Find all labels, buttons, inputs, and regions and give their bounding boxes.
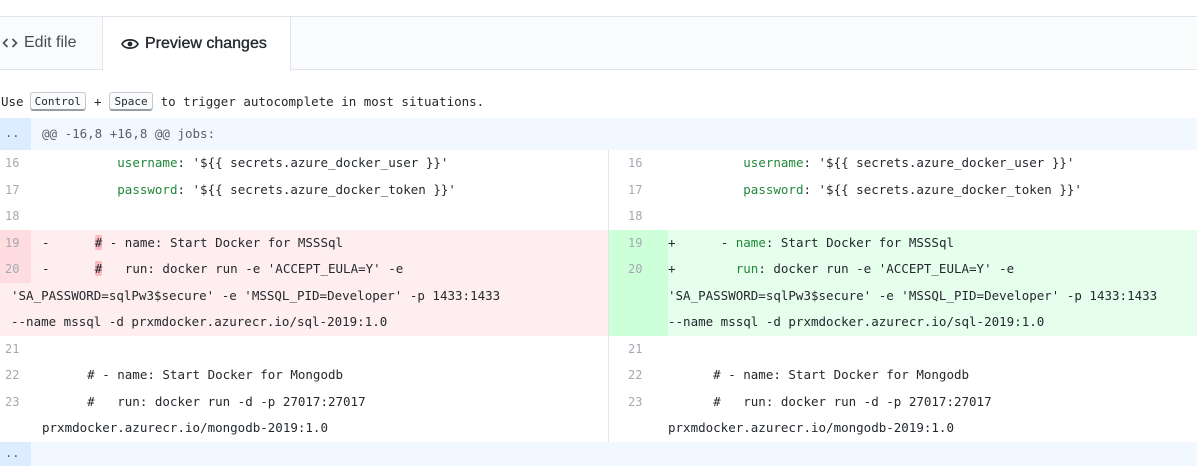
hint-use: Use bbox=[1, 93, 24, 109]
expand-bottom-button[interactable]: .. bbox=[0, 441, 31, 466]
line-number: 22 bbox=[5, 368, 20, 382]
added-code-wrap: 'SA_PASSWORD=sqlPw3$secure' -e 'MSSQL_PI… bbox=[609, 282, 1197, 309]
code-line: username: '${{ secrets.azure_docker_user… bbox=[743, 155, 1075, 170]
added-code-line: + run: docker run -e 'ACCEPT_EULA=Y' -e bbox=[668, 256, 1197, 283]
line-number: 16 bbox=[628, 156, 643, 170]
hint-plus: + bbox=[93, 93, 102, 109]
diff-row: 16 username: '${{ secrets.azure_docker_u… bbox=[0, 150, 1197, 177]
line-number: 23 bbox=[628, 394, 643, 409]
tab-preview-changes[interactable]: Preview changes bbox=[102, 16, 291, 71]
code-line-wrap: prxmdocker.azurecr.io/mongodb-2019:1.0 bbox=[668, 420, 954, 435]
deleted-code-line: - # run: docker run -e 'ACCEPT_EULA=Y' -… bbox=[31, 256, 608, 283]
line-number: 21 bbox=[5, 341, 20, 356]
expand-hunk-button[interactable]: .. bbox=[0, 118, 31, 150]
diff-row: 18 18 bbox=[0, 203, 1197, 230]
deleted-line-number: 19 bbox=[0, 229, 31, 256]
code-line: password: '${{ secrets.azure_docker_toke… bbox=[743, 181, 1082, 197]
added-code-wrap: --name mssql -d prxmdocker.azurecr.io/sq… bbox=[609, 309, 1197, 336]
diff-row: 23 # run: docker run -d -p 27017:27017 p… bbox=[0, 388, 1197, 442]
code-line: password: '${{ secrets.azure_docker_toke… bbox=[117, 181, 456, 197]
line-number: 23 bbox=[5, 394, 20, 409]
diff-row: 21 21 bbox=[0, 335, 1197, 363]
line-number: 18 bbox=[5, 209, 20, 223]
line-number: 18 bbox=[628, 209, 643, 223]
tab-edit-file[interactable]: Edit file bbox=[0, 16, 103, 70]
diff-changed-block: 19- # - name: Start Docker for MSSSql 20… bbox=[0, 229, 1197, 336]
line-number: 17 bbox=[628, 182, 643, 197]
deleted-code-wrap: --name mssql -d prxmdocker.azurecr.io/sq… bbox=[0, 309, 608, 336]
deleted-line-number: 20 bbox=[0, 256, 31, 283]
space-key: Space bbox=[109, 91, 153, 111]
line-number: 22 bbox=[628, 368, 643, 382]
eye-icon bbox=[121, 37, 139, 51]
line-number: 21 bbox=[628, 341, 643, 356]
editor-tabbar: Edit file Preview changes bbox=[0, 16, 1197, 71]
code-line: # run: docker run -d -p 27017:27017 bbox=[668, 393, 992, 409]
code-line: # run: docker run -d -p 27017:27017 bbox=[42, 393, 366, 409]
added-line-number: 20 bbox=[609, 256, 668, 283]
diff-row: 22 # - name: Start Docker for Mongodb 22… bbox=[0, 362, 1197, 389]
hunk-header-text: @@ -16,8 +16,8 @@ jobs: bbox=[42, 126, 216, 141]
code-line: # - name: Start Docker for Mongodb bbox=[42, 367, 344, 382]
code-line-wrap: prxmdocker.azurecr.io/mongodb-2019:1.0 bbox=[42, 420, 328, 435]
tab-edit-file-label: Edit file bbox=[24, 34, 77, 51]
hint-rest: to trigger autocomplete in most situatio… bbox=[160, 93, 485, 109]
code-icon bbox=[2, 35, 18, 51]
autocomplete-hint: Use Control + Space to trigger autocompl… bbox=[0, 86, 484, 116]
bottom-hunk: .. bbox=[0, 441, 1197, 466]
hunk-header: .. @@ -16,8 +16,8 @@ jobs: bbox=[0, 118, 1197, 150]
control-key: Control bbox=[29, 91, 86, 111]
code-line: # - name: Start Docker for Mongodb bbox=[668, 367, 970, 382]
tab-preview-changes-label: Preview changes bbox=[145, 35, 267, 52]
line-number: 17 bbox=[5, 182, 20, 197]
diff-row: 17 password: '${{ secrets.azure_docker_t… bbox=[0, 176, 1197, 203]
deleted-code-line: - # - name: Start Docker for MSSSql bbox=[31, 229, 608, 256]
code-line: username: '${{ secrets.azure_docker_user… bbox=[117, 155, 449, 170]
line-number: 16 bbox=[5, 156, 20, 170]
split-diff-view: .. @@ -16,8 +16,8 @@ jobs: 16 username: … bbox=[0, 118, 1197, 466]
deleted-code-wrap: 'SA_PASSWORD=sqlPw3$secure' -e 'MSSQL_PI… bbox=[0, 282, 608, 309]
added-code-line: + - name: Start Docker for MSSSql bbox=[668, 229, 1197, 256]
added-line-number: 19 bbox=[609, 229, 668, 256]
